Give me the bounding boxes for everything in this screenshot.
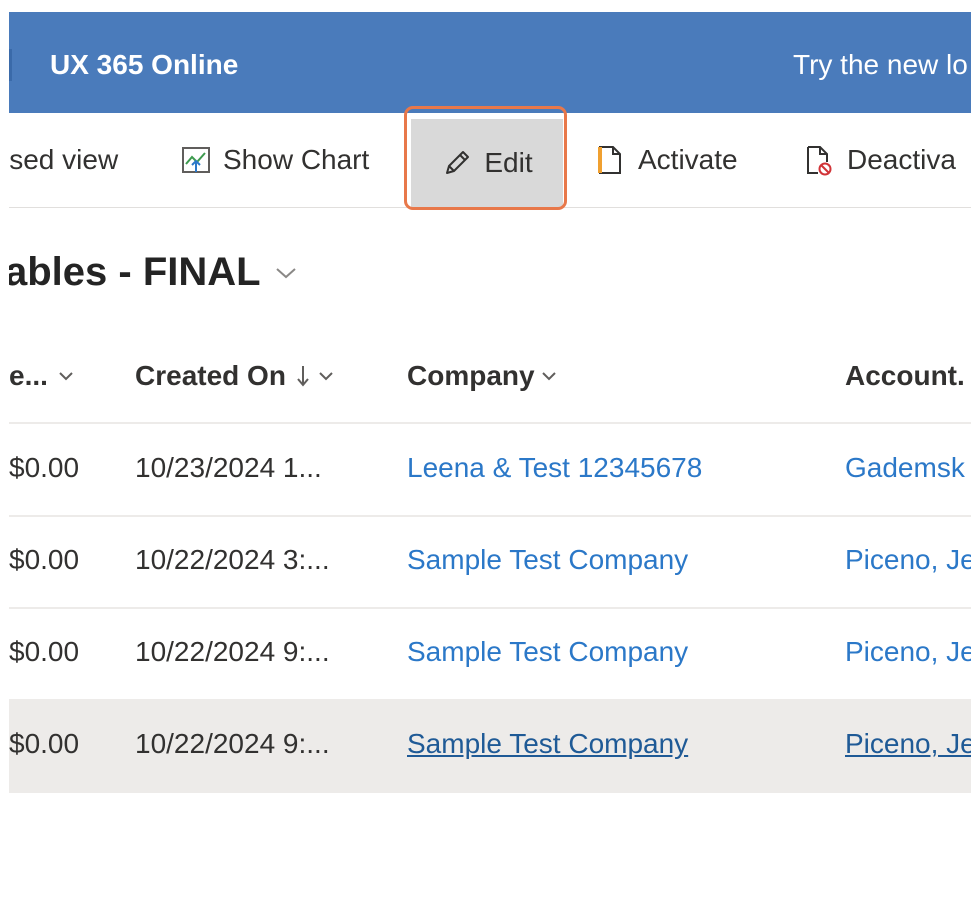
cell-amount: $0.00 [9,544,80,575]
focused-view-button[interactable]: ised view [9,113,118,207]
edit-button[interactable]: Edit [411,119,563,207]
cell-created-on: 10/22/2024 3:... [135,544,330,575]
cell-created-on: 10/22/2024 9:... [135,728,330,759]
chevron-down-icon [319,372,333,381]
table-row[interactable]: $0.00 10/22/2024 9:... Sample Test Compa… [9,700,971,793]
deactivate-label: Deactiva [847,144,956,175]
table-row[interactable]: $0.00 10/23/2024 1... Leena & Test 12345… [9,424,971,517]
chevron-down-icon [275,267,296,278]
sort-down-arrow-icon [297,366,309,387]
column-header-label: Company [407,360,535,391]
column-header-account[interactable]: Account. [845,360,965,392]
focused-view-label: ised view [9,144,119,175]
column-header-label: e... [9,360,48,391]
grid-header-row: e... Created On Company Account. [9,332,971,424]
cell-amount: $0.00 [9,636,80,667]
try-new-look-toggle[interactable]: Try the new lo [793,49,968,81]
show-chart-label: Show Chart [223,144,370,175]
account-link[interactable]: Piceno, Je [845,728,971,760]
app-title[interactable]: UX 365 Online [50,49,238,81]
top-header-bar: UX 365 Online Try the new lo [9,12,971,113]
document-icon [595,144,625,176]
header-divider [9,49,12,81]
edit-label: Edit [484,147,533,178]
cell-created-on: 10/23/2024 1... [135,452,322,483]
column-header-company[interactable]: Company [407,360,557,392]
cell-created-on: 10/22/2024 9:... [135,636,330,667]
company-link[interactable]: Sample Test Company [407,728,688,760]
document-block-icon [804,144,834,176]
account-link[interactable]: Gademsk [845,452,965,484]
cell-amount: $0.00 [9,452,80,483]
column-header-label: Created On [135,360,286,391]
app-frame: UX 365 Online Try the new lo ised view S… [9,12,971,924]
view-selector[interactable]: ables - FINAL [9,250,297,295]
column-header-label: Account. [845,360,965,391]
activate-button[interactable]: Activate [595,113,738,207]
cell-amount: $0.00 [9,728,80,759]
view-title: ables - FINAL [9,250,261,294]
column-header-created-on[interactable]: Created On [135,360,334,392]
pencil-icon [441,147,471,179]
chevron-down-icon [59,372,73,381]
show-chart-button[interactable]: Show Chart [180,113,369,207]
activate-label: Activate [638,144,738,175]
table-row[interactable]: $0.00 10/22/2024 3:... Sample Test Compa… [9,516,971,609]
command-bar: ised view Show Chart Edit Activate Deact… [9,113,971,208]
deactivate-button[interactable]: Deactiva [804,113,956,207]
company-link[interactable]: Sample Test Company [407,636,688,668]
account-link[interactable]: Piceno, Je [845,544,971,576]
account-link[interactable]: Piceno, Je [845,636,971,668]
company-link[interactable]: Leena & Test 12345678 [407,452,702,484]
company-link[interactable]: Sample Test Company [407,544,688,576]
chart-icon [180,144,210,176]
table-row[interactable]: $0.00 10/22/2024 9:... Sample Test Compa… [9,608,971,701]
column-header-amount[interactable]: e... [9,360,74,392]
chevron-down-icon [541,372,556,381]
